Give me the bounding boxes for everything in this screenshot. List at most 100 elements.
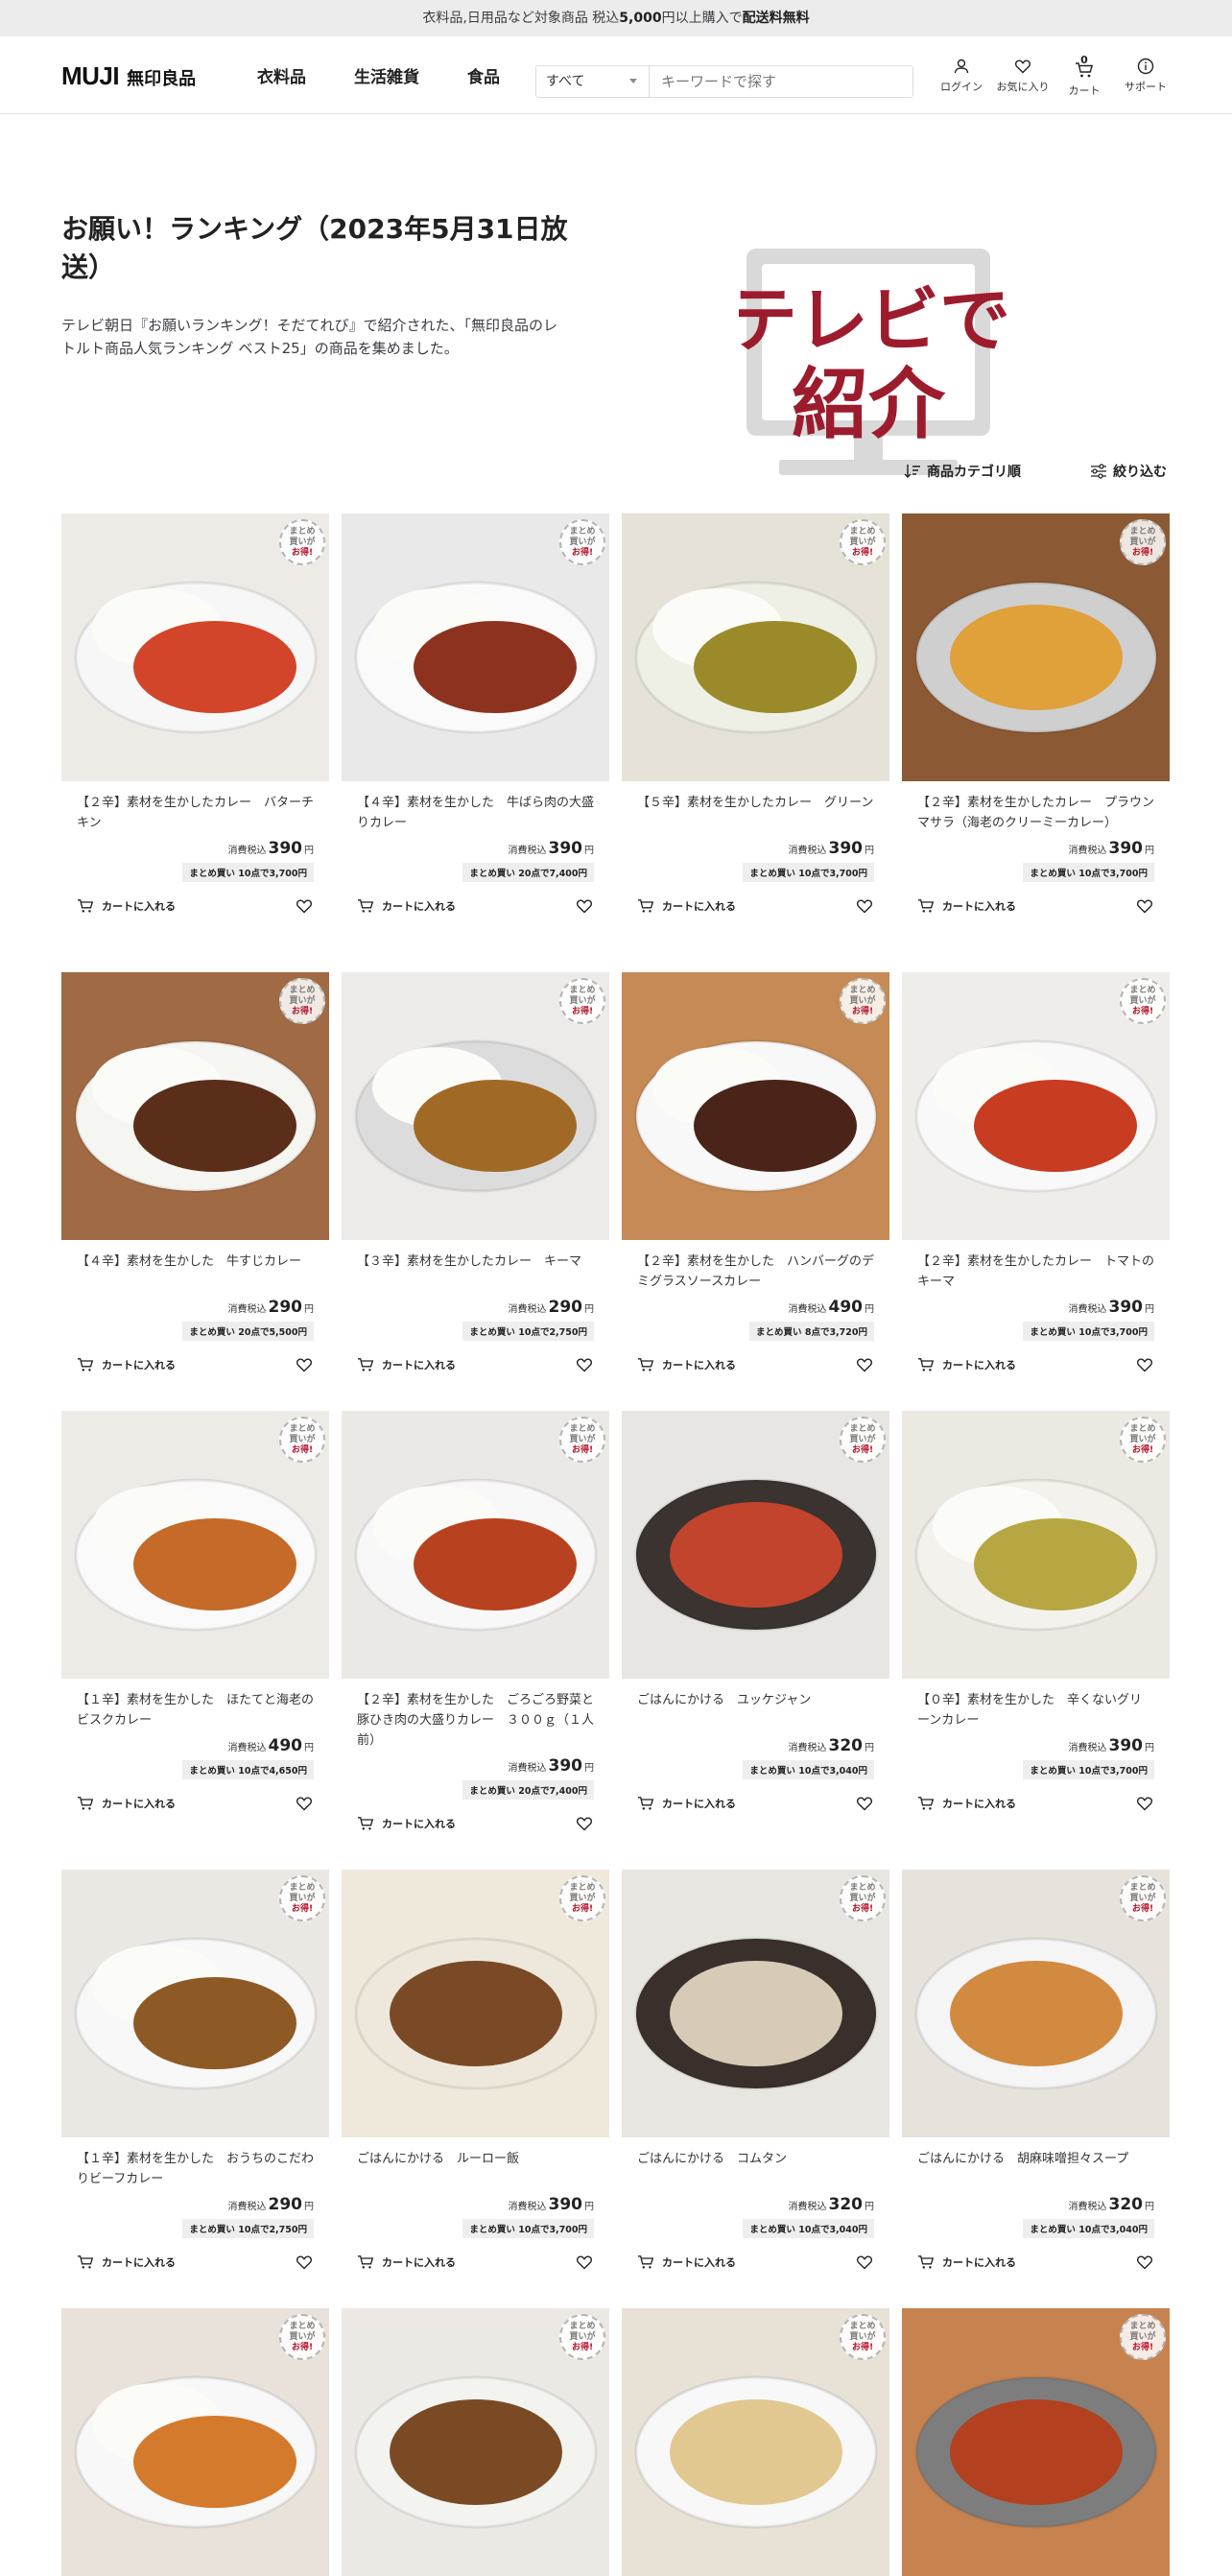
add-to-cart-button[interactable]: カートに入れる <box>637 2254 736 2270</box>
product-image[interactable]: まとめ 買いが お得! <box>342 972 609 1240</box>
product-card[interactable]: まとめ 買いが お得! 【４辛】素材を生かした 牛すじカレー 消費税込 290 円 まと… <box>61 972 329 1373</box>
product-title[interactable]: 【３辛】素材を生かしたカレー キーマ <box>357 1252 594 1292</box>
add-to-cart-button[interactable]: カートに入れる <box>637 1357 736 1372</box>
product-card[interactable]: まとめ 買いが お得! 【１辛】素材を生かした おうちのこだわりビーフカレー 消費税… <box>61 1870 329 2271</box>
add-to-cart-button[interactable]: カートに入れる <box>357 898 456 914</box>
product-image[interactable]: まとめ 買いが お得! <box>61 1411 329 1679</box>
product-title[interactable]: 【４辛】素材を生かした 牛すじカレー <box>77 1252 314 1292</box>
sort-category-button[interactable]: 商品カテゴリ順 <box>904 462 1021 481</box>
product-card[interactable]: まとめ 買いが お得! 【２辛】素材を生かした ハンバーグのデミグラスソースカレー … <box>622 972 889 1373</box>
product-card[interactable]: まとめ 買いが お得! <box>342 2308 609 2576</box>
heart-icon[interactable] <box>575 1356 594 1373</box>
heart-icon[interactable] <box>855 1356 874 1373</box>
heart-icon[interactable] <box>295 1356 314 1373</box>
product-image[interactable]: まとめ 買いが お得! <box>622 972 889 1240</box>
product-title[interactable]: 【０辛】素材を生かした 辛くないグリーンカレー <box>917 1690 1154 1730</box>
product-title[interactable]: ごはんにかける ユッケジャン <box>637 1690 874 1730</box>
add-to-cart-button[interactable]: カートに入れる <box>637 1796 736 1811</box>
product-image[interactable]: まとめ 買いが お得! <box>61 972 329 1240</box>
nav-household[interactable]: 生活雑貨 <box>354 63 419 87</box>
product-image[interactable]: まとめ 買いが お得! <box>342 2308 609 2576</box>
product-image[interactable]: まとめ 買いが お得! <box>342 513 609 781</box>
nav-food[interactable]: 食品 <box>467 63 500 87</box>
product-card[interactable]: まとめ 買いが お得! 【２辛】素材を生かしたカレー プラウンマサラ（海老のクリーミ… <box>902 513 1170 915</box>
nav-clothing[interactable]: 衣料品 <box>257 63 306 87</box>
product-image[interactable]: まとめ 買いが お得! <box>902 1870 1170 2137</box>
product-card[interactable]: まとめ 買いが お得! ごはんにかける ルーロー飯 消費税込 390 円 まとめ買い 1… <box>342 1870 609 2271</box>
product-card[interactable]: まとめ 買いが お得! <box>902 2308 1170 2576</box>
product-title[interactable]: 【１辛】素材を生かした おうちのこだわりビーフカレー <box>77 2149 314 2189</box>
product-title[interactable]: 【２辛】素材を生かしたカレー プラウンマサラ（海老のクリーミーカレー） <box>917 793 1154 833</box>
product-image[interactable]: まとめ 買いが お得! <box>902 2308 1170 2576</box>
product-card[interactable]: まとめ 買いが お得! 【３辛】素材を生かしたカレー キーマ 消費税込 290 円 まと… <box>342 972 609 1373</box>
product-card[interactable]: まとめ 買いが お得! 【２辛】素材を生かした ごろごろ野菜と豚ひき肉の大盛りカレー… <box>342 1411 609 1832</box>
muji-logo[interactable]: MUJI 無印良品 <box>61 61 196 91</box>
heart-icon[interactable] <box>295 1795 314 1812</box>
product-card[interactable]: まとめ 買いが お得! 【２辛】素材を生かしたカレー バターチキン 消費税込 390 円… <box>61 513 329 915</box>
product-card[interactable]: まとめ 買いが お得! <box>622 2308 889 2576</box>
heart-icon[interactable] <box>295 897 314 915</box>
product-image[interactable]: まとめ 買いが お得! <box>902 972 1170 1240</box>
product-card[interactable]: まとめ 買いが お得! <box>61 2308 329 2576</box>
add-to-cart-button[interactable]: カートに入れる <box>77 2254 176 2270</box>
product-card[interactable]: まとめ 買いが お得! 【１辛】素材を生かした ほたてと海老のビスクカレー 消費税込… <box>61 1411 329 1832</box>
add-to-cart-button[interactable]: カートに入れる <box>77 1796 176 1811</box>
login-button[interactable]: ログイン <box>931 36 992 113</box>
heart-icon[interactable] <box>1135 2254 1154 2271</box>
heart-icon[interactable] <box>855 1795 874 1812</box>
add-to-cart-button[interactable]: カートに入れる <box>357 1816 456 1831</box>
product-title[interactable]: 【２辛】素材を生かしたカレー バターチキン <box>77 793 314 833</box>
add-to-cart-button[interactable]: カートに入れる <box>77 1357 176 1372</box>
product-title[interactable]: ごはんにかける 胡麻味噌担々スープ <box>917 2149 1154 2189</box>
heart-icon[interactable] <box>575 2254 594 2271</box>
product-card[interactable]: まとめ 買いが お得! ごはんにかける コムタン 消費税込 320 円 まとめ買い 10… <box>622 1870 889 2271</box>
product-card[interactable]: まとめ 買いが お得! 【４辛】素材を生かした 牛ばら肉の大盛りカレー 消費税込 39… <box>342 513 609 915</box>
favorites-button[interactable]: お気に入り <box>992 36 1054 113</box>
product-image[interactable]: まとめ 買いが お得! <box>61 513 329 781</box>
cart-button[interactable]: 0 カート <box>1054 36 1115 113</box>
add-to-cart-button[interactable]: カートに入れる <box>637 898 736 914</box>
add-to-cart-button[interactable]: カートに入れる <box>917 1796 1016 1811</box>
heart-icon[interactable] <box>855 2254 874 2271</box>
filter-button[interactable]: 絞り込む <box>1090 462 1167 481</box>
product-title[interactable]: 【１辛】素材を生かした ほたてと海老のビスクカレー <box>77 1690 314 1730</box>
product-title[interactable]: 【２辛】素材を生かした ごろごろ野菜と豚ひき肉の大盛りカレー ３００ｇ（１人前） <box>357 1690 594 1751</box>
search-category-select[interactable]: すべて <box>536 66 650 97</box>
heart-icon[interactable] <box>1135 897 1154 915</box>
product-title[interactable]: 【２辛】素材を生かしたカレー トマトのキーマ <box>917 1252 1154 1292</box>
heart-icon[interactable] <box>575 1815 594 1832</box>
search-input[interactable] <box>650 66 912 97</box>
heart-icon[interactable] <box>855 897 874 915</box>
add-to-cart-button[interactable]: カートに入れる <box>917 898 1016 914</box>
product-image[interactable]: まとめ 買いが お得! <box>61 1870 329 2137</box>
product-title[interactable]: 【５辛】素材を生かしたカレー グリーン <box>637 793 874 833</box>
heart-icon[interactable] <box>295 2254 314 2271</box>
product-image[interactable]: まとめ 買いが お得! <box>342 1411 609 1679</box>
product-image[interactable]: まとめ 買いが お得! <box>622 513 889 781</box>
add-to-cart-button[interactable]: カートに入れる <box>357 2254 456 2270</box>
product-image[interactable]: まとめ 買いが お得! <box>622 1411 889 1679</box>
product-title[interactable]: 【４辛】素材を生かした 牛ばら肉の大盛りカレー <box>357 793 594 833</box>
product-card[interactable]: まとめ 買いが お得! 【５辛】素材を生かしたカレー グリーン 消費税込 390 円 ま… <box>622 513 889 915</box>
product-image[interactable]: まとめ 買いが お得! <box>902 513 1170 781</box>
add-to-cart-button[interactable]: カートに入れる <box>917 1357 1016 1372</box>
product-card[interactable]: まとめ 買いが お得! 【２辛】素材を生かしたカレー トマトのキーマ 消費税込 390… <box>902 972 1170 1373</box>
product-image[interactable]: まとめ 買いが お得! <box>902 1411 1170 1679</box>
support-button[interactable]: サポート <box>1115 36 1176 113</box>
product-card[interactable]: まとめ 買いが お得! ごはんにかける 胡麻味噌担々スープ 消費税込 320 円 まとめ… <box>902 1870 1170 2271</box>
add-to-cart-button[interactable]: カートに入れる <box>357 1357 456 1372</box>
heart-icon[interactable] <box>1135 1356 1154 1373</box>
product-image[interactable]: まとめ 買いが お得! <box>622 1870 889 2137</box>
product-card[interactable]: まとめ 買いが お得! 【０辛】素材を生かした 辛くないグリーンカレー 消費税込 39… <box>902 1411 1170 1832</box>
add-to-cart-button[interactable]: カートに入れる <box>917 2254 1016 2270</box>
product-title[interactable]: 【２辛】素材を生かした ハンバーグのデミグラスソースカレー <box>637 1252 874 1292</box>
product-title[interactable]: ごはんにかける ルーロー飯 <box>357 2149 594 2189</box>
heart-icon[interactable] <box>575 897 594 915</box>
product-title[interactable]: ごはんにかける コムタン <box>637 2149 874 2189</box>
product-image[interactable]: まとめ 買いが お得! <box>622 2308 889 2576</box>
add-to-cart-button[interactable]: カートに入れる <box>77 898 176 914</box>
product-image[interactable]: まとめ 買いが お得! <box>61 2308 329 2576</box>
product-image[interactable]: まとめ 買いが お得! <box>342 1870 609 2137</box>
heart-icon[interactable] <box>1135 1795 1154 1812</box>
product-card[interactable]: まとめ 買いが お得! ごはんにかける ユッケジャン 消費税込 320 円 まとめ買い … <box>622 1411 889 1832</box>
